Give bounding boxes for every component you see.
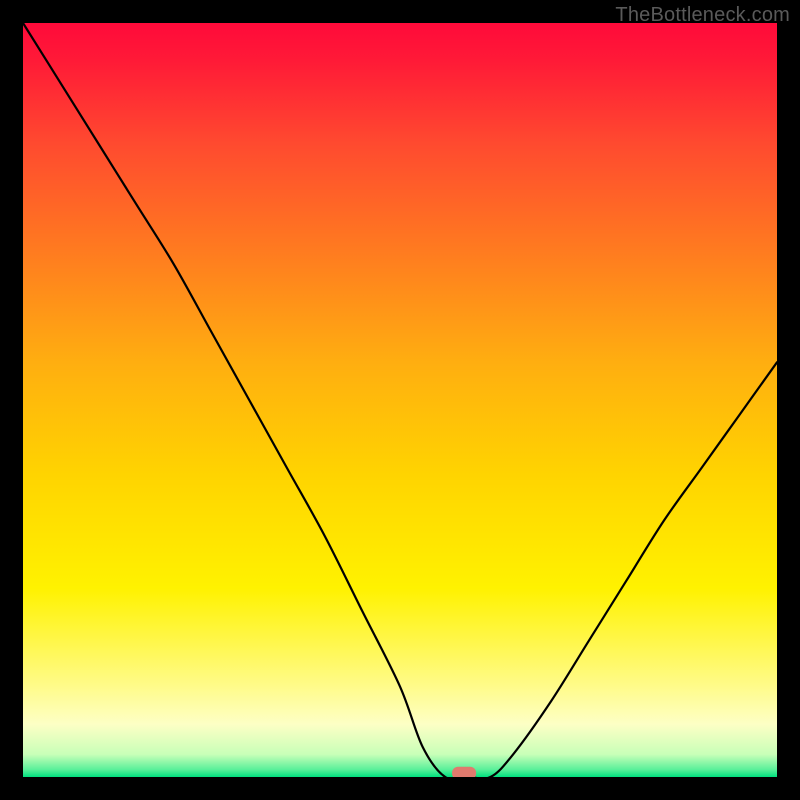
plot-area <box>23 23 777 777</box>
chart-svg <box>23 23 777 777</box>
chart-frame: TheBottleneck.com <box>0 0 800 800</box>
minimum-marker <box>452 767 476 777</box>
gradient-background <box>23 23 777 777</box>
watermark: TheBottleneck.com <box>615 4 790 27</box>
